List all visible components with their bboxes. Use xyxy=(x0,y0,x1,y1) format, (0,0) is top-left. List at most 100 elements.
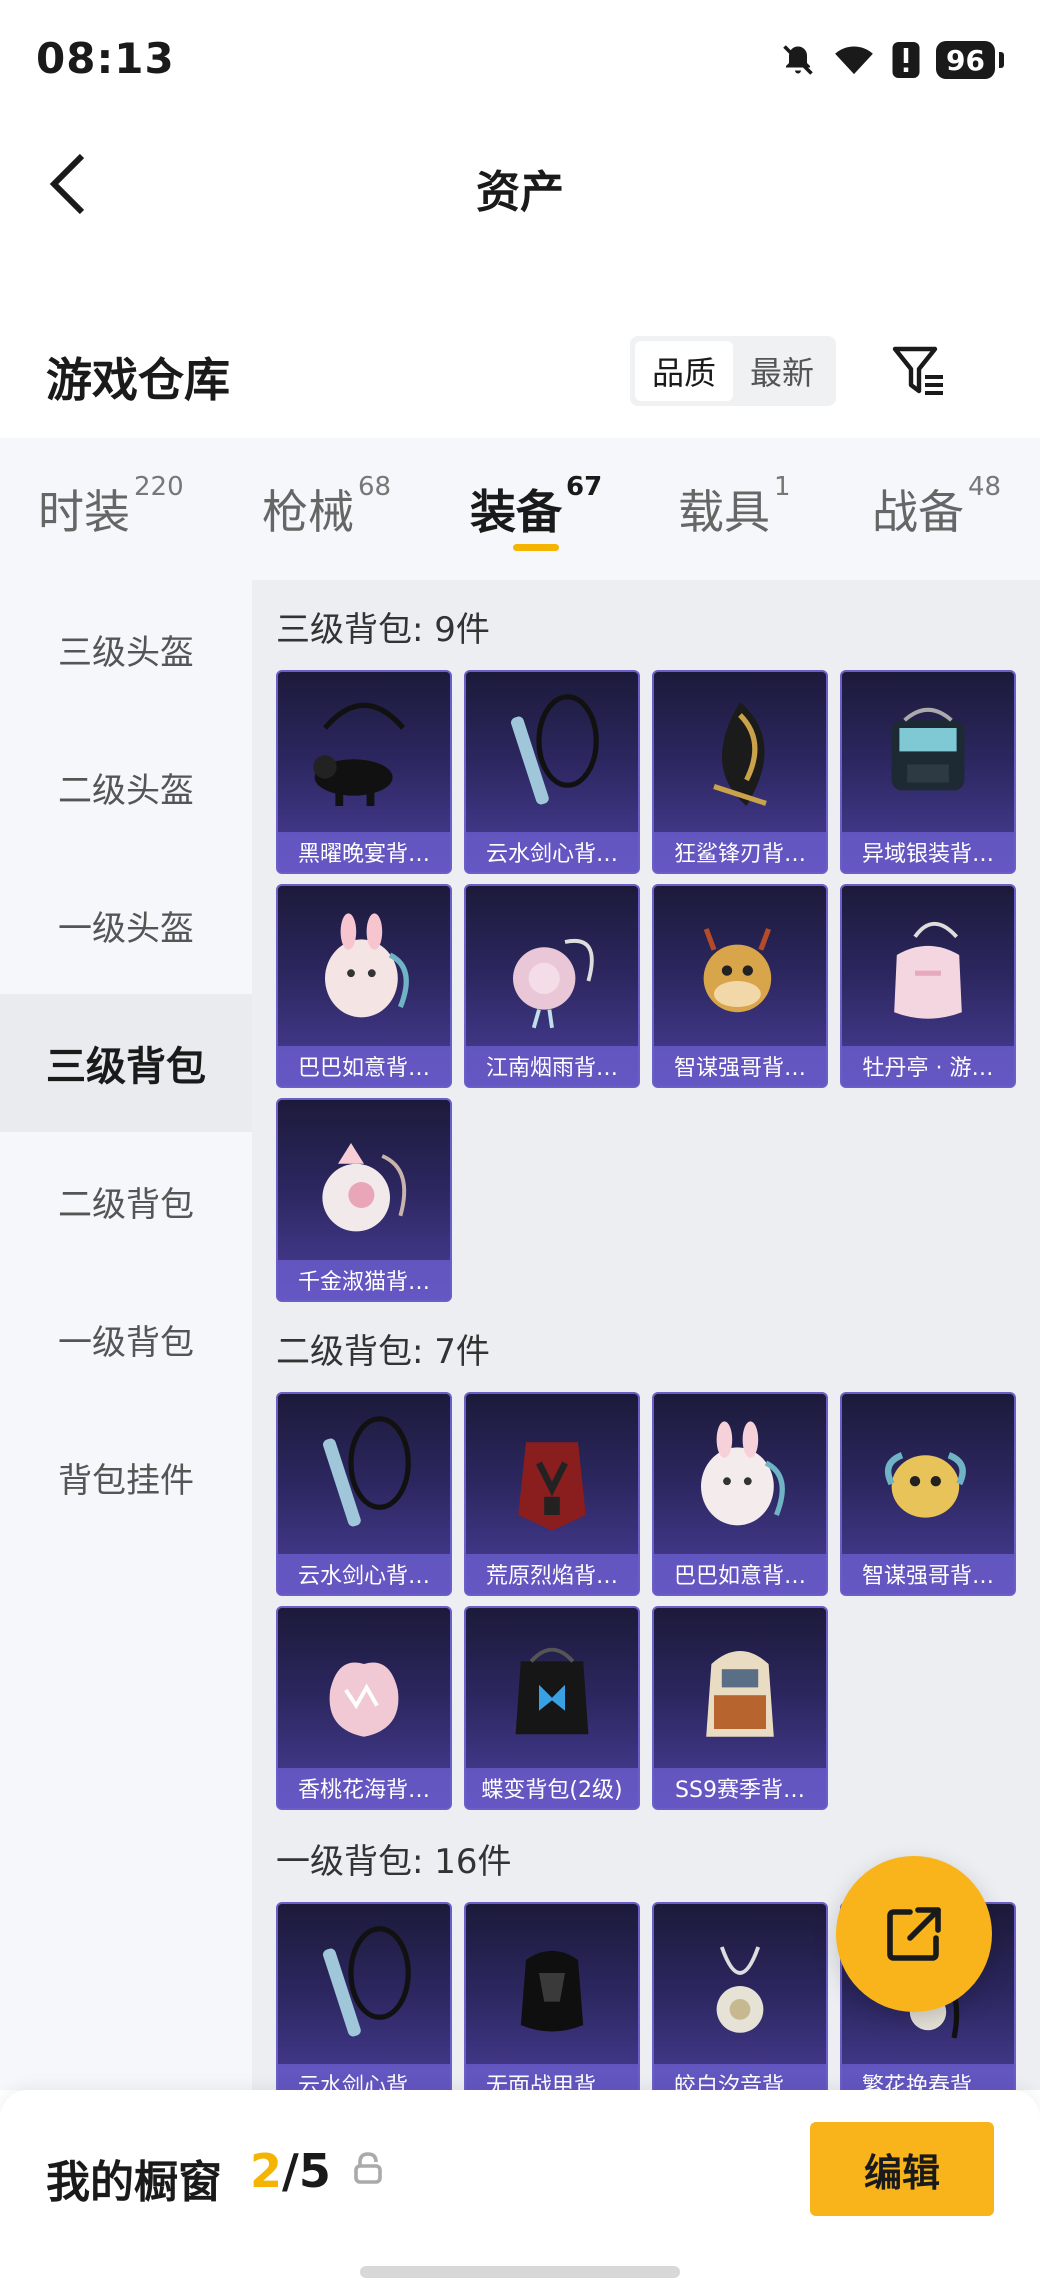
item-name: 蝶变背包(2级) xyxy=(466,1768,638,1808)
tab-label: 战备 xyxy=(872,485,964,539)
tab-count: 67 xyxy=(566,472,603,502)
edit-button[interactable]: 编辑 xyxy=(810,2122,994,2216)
tab-label: 时装 xyxy=(38,485,130,539)
item-card[interactable]: 巴巴如意背… xyxy=(652,1392,828,1596)
backpack-image xyxy=(466,886,638,1050)
sidebar-item-helmet-2[interactable]: 二级头盔 xyxy=(0,718,252,856)
showcase-count: 2/5 xyxy=(250,2144,331,2198)
item-card[interactable]: 千金淑猫背… xyxy=(276,1098,452,1302)
item-name: 智谋强哥背… xyxy=(842,1554,1014,1594)
backpack-image xyxy=(278,1100,450,1264)
item-card[interactable]: 香桃花海背… xyxy=(276,1606,452,1810)
sort-quality-option[interactable]: 品质 xyxy=(635,341,733,401)
item-card[interactable]: 黑曜晚宴背… xyxy=(276,670,452,874)
item-card[interactable]: 智谋强哥背… xyxy=(840,1392,1016,1596)
home-indicator[interactable] xyxy=(360,2266,680,2278)
item-name: SS9赛季背… xyxy=(654,1768,826,1808)
sidebar-item-helmet-3[interactable]: 三级头盔 xyxy=(0,580,252,718)
item-card[interactable]: 狂鲨锋刃背… xyxy=(652,670,828,874)
item-name: 香桃花海背… xyxy=(278,1768,450,1808)
item-card[interactable]: 无面战甲背… xyxy=(464,1902,640,2090)
showcase-current: 2 xyxy=(250,2144,283,2198)
item-name: 巴巴如意背… xyxy=(278,1046,450,1086)
backpack-image xyxy=(278,672,450,836)
section-title: 游戏仓库 xyxy=(46,353,230,407)
page-title: 资产 xyxy=(476,167,564,218)
backpack-image xyxy=(842,886,1014,1050)
sidebar-item-backpack-2[interactable]: 二级背包 xyxy=(0,1132,252,1270)
tab-count: 220 xyxy=(134,472,184,502)
sidebar-item-helmet-1[interactable]: 一级头盔 xyxy=(0,856,252,994)
item-card[interactable]: 云水剑心背… xyxy=(276,1902,452,2090)
category-tabs: 时装 220 枪械 68 装备 67 载具 1 战备 48 xyxy=(0,438,1040,580)
group-label: 二级背包: 7件 xyxy=(276,1332,490,1372)
tab-label: 装备 xyxy=(470,485,562,539)
tab-vehicles[interactable]: 载具 1 xyxy=(678,472,791,542)
bottom-bar: 我的橱窗 2/5 编辑 xyxy=(0,2090,1040,2295)
item-name: 智谋强哥背… xyxy=(654,1046,826,1086)
battery-icon xyxy=(999,52,1004,68)
tab-count: 48 xyxy=(968,472,1002,502)
backpack-image xyxy=(654,1608,826,1772)
tab-equipment[interactable]: 装备 67 xyxy=(470,472,602,542)
backpack-image xyxy=(842,1394,1014,1558)
backpack-image xyxy=(278,1608,450,1772)
sort-toggle: 品质 最新 xyxy=(630,336,836,406)
backpack-image xyxy=(466,672,638,836)
alert-icon xyxy=(892,42,920,78)
showcase-label: 我的橱窗 xyxy=(46,2157,222,2208)
tab-supplies[interactable]: 战备 48 xyxy=(872,472,1001,542)
tab-label: 载具 xyxy=(678,485,770,539)
item-name: 云水剑心背… xyxy=(278,1554,450,1594)
item-name: 牡丹亭 · 游… xyxy=(842,1046,1014,1086)
sidebar-item-backpack-3[interactable]: 三级背包 xyxy=(0,994,252,1132)
item-card[interactable]: 异域银装背… xyxy=(840,670,1016,874)
showcase-separator: / xyxy=(282,2144,299,2198)
active-tab-indicator xyxy=(513,544,559,551)
item-card[interactable]: 蝶变背包(2级) xyxy=(464,1606,640,1810)
backpack-image xyxy=(466,1904,638,2068)
backpack-image xyxy=(654,1904,826,2068)
item-card[interactable]: SS9赛季背… xyxy=(652,1606,828,1810)
mute-bell-icon xyxy=(780,42,816,78)
backpack-image xyxy=(278,886,450,1050)
item-card[interactable]: 荒原烈焰背… xyxy=(464,1392,640,1596)
filter-button[interactable] xyxy=(884,336,954,406)
share-button[interactable] xyxy=(836,1856,992,2012)
item-name: 无面战甲背… xyxy=(466,2064,638,2090)
backpack-image xyxy=(654,886,826,1050)
sidebar: 三级头盔 二级头盔 一级头盔 三级背包 二级背包 一级背包 背包挂件 xyxy=(0,580,252,2090)
battery-level: 96 xyxy=(936,41,995,79)
item-name: 狂鲨锋刃背… xyxy=(654,832,826,872)
item-name: 江南烟雨背… xyxy=(466,1046,638,1086)
share-icon xyxy=(887,1907,941,1961)
tab-count: 68 xyxy=(358,472,392,502)
tab-count: 1 xyxy=(774,472,791,502)
sidebar-item-backpack-1[interactable]: 一级背包 xyxy=(0,1270,252,1408)
tab-fashion[interactable]: 时装 220 xyxy=(38,472,184,542)
item-card[interactable]: 云水剑心背… xyxy=(464,670,640,874)
item-name: 云水剑心背… xyxy=(466,832,638,872)
item-name: 云水剑心背… xyxy=(278,2064,450,2090)
tab-label: 枪械 xyxy=(262,485,354,539)
item-name: 皎白汐音背… xyxy=(654,2064,826,2090)
lock-icon xyxy=(354,2152,382,2188)
backpack-image xyxy=(466,1394,638,1558)
item-card[interactable]: 智谋强哥背… xyxy=(652,884,828,1088)
tab-firearms[interactable]: 枪械 68 xyxy=(262,472,391,542)
item-name: 巴巴如意背… xyxy=(654,1554,826,1594)
item-card[interactable]: 云水剑心背… xyxy=(276,1392,452,1596)
item-name: 千金淑猫背… xyxy=(278,1260,450,1300)
sidebar-item-backpack-charms[interactable]: 背包挂件 xyxy=(0,1408,252,1546)
filter-icon xyxy=(892,346,943,395)
backpack-image xyxy=(654,672,826,836)
item-card[interactable]: 皎白汐音背… xyxy=(652,1902,828,2090)
item-card[interactable]: 牡丹亭 · 游… xyxy=(840,884,1016,1088)
item-name: 荒原烈焰背… xyxy=(466,1554,638,1594)
item-card[interactable]: 巴巴如意背… xyxy=(276,884,452,1088)
group-label: 一级背包: 16件 xyxy=(276,1842,512,1882)
item-name: 异域银装背… xyxy=(842,832,1014,872)
item-card[interactable]: 江南烟雨背… xyxy=(464,884,640,1088)
sort-latest-option[interactable]: 最新 xyxy=(733,341,831,401)
backpack-image xyxy=(654,1394,826,1558)
